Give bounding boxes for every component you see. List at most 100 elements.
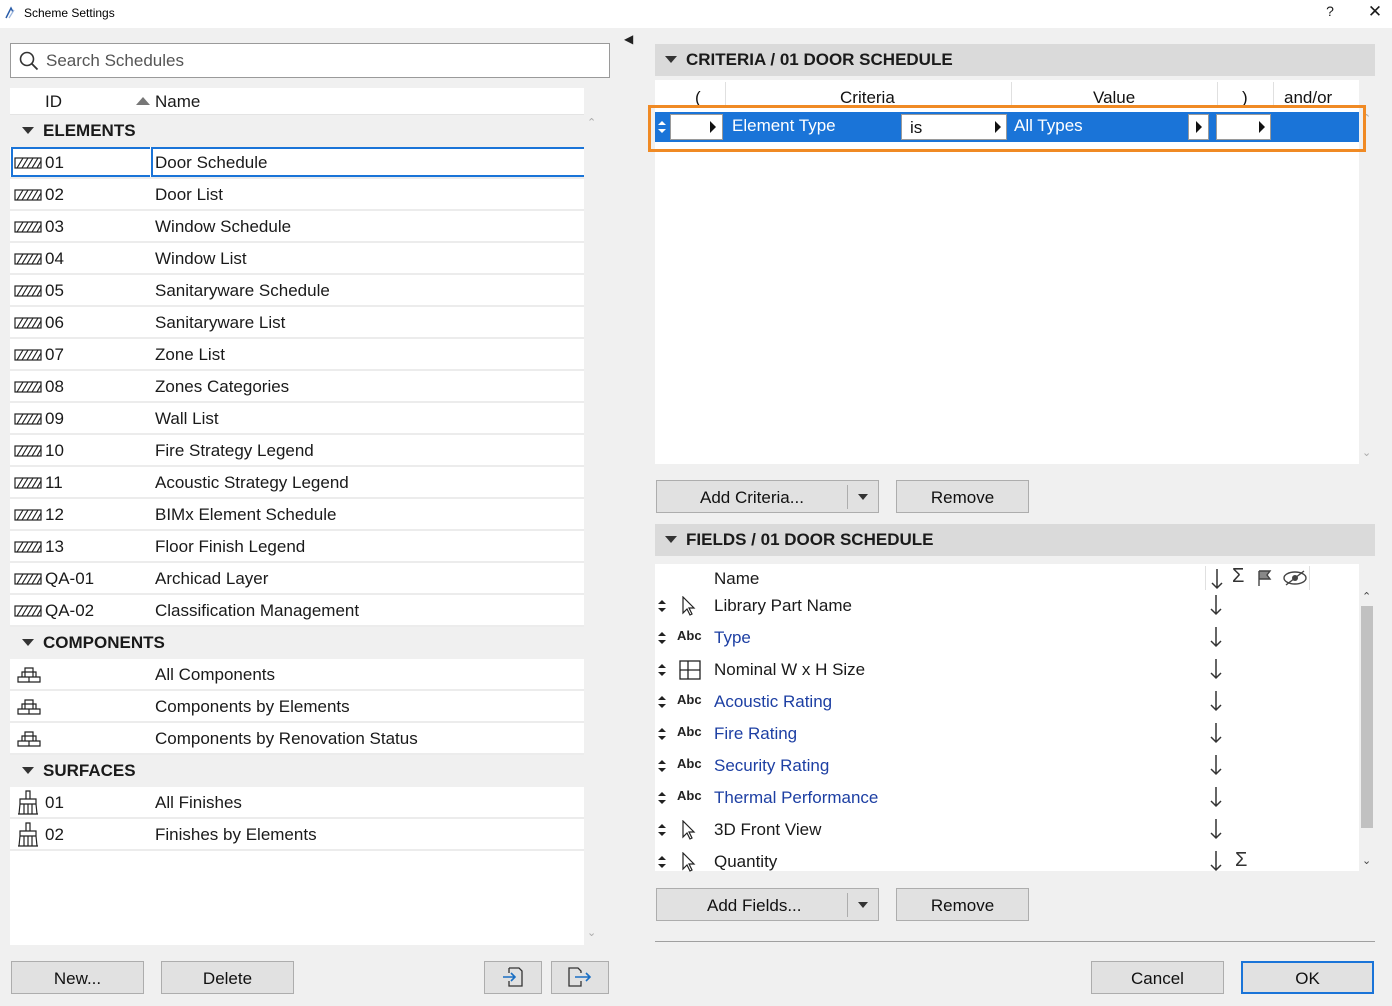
- remove-criteria-button[interactable]: Remove: [896, 480, 1029, 513]
- sort-arrow-icon[interactable]: [1209, 850, 1223, 872]
- item-name: BIMx Element Schedule: [155, 505, 337, 524]
- import-button[interactable]: [484, 961, 542, 994]
- add-criteria-button[interactable]: Add Criteria...: [656, 480, 879, 513]
- field-row[interactable]: Abc Security Rating: [655, 750, 1359, 782]
- dropdown-arrow-icon[interactable]: [858, 494, 868, 500]
- schedule-hatch-icon: [14, 445, 42, 457]
- drag-handle-icon[interactable]: [657, 823, 667, 837]
- add-fields-button[interactable]: Add Fields...: [656, 888, 879, 921]
- drag-handle-icon[interactable]: [657, 727, 667, 741]
- schedule-list: ID Name ELEMENTS 01 Door Schedule 02 Door Li…: [10, 88, 594, 945]
- list-item[interactable]: 08 Zones Categories: [10, 371, 594, 403]
- scroll-down-icon[interactable]: ⌄: [1362, 446, 1371, 459]
- list-item[interactable]: QA-02 Classification Management: [10, 595, 594, 627]
- sum-icon[interactable]: Σ: [1235, 849, 1247, 872]
- panel-collapse-icon[interactable]: ◀: [624, 32, 633, 46]
- item-id: 07: [45, 345, 64, 364]
- drag-handle-icon[interactable]: [657, 663, 667, 677]
- scroll-up-icon[interactable]: ⌃: [1362, 590, 1371, 603]
- sum-column-icon[interactable]: Σ: [1232, 565, 1244, 588]
- new-button[interactable]: New...: [11, 961, 144, 994]
- export-button[interactable]: [551, 961, 609, 994]
- schedule-hatch-icon: [14, 413, 42, 425]
- ok-button[interactable]: OK: [1241, 961, 1374, 994]
- list-item[interactable]: Components by Renovation Status: [10, 723, 594, 755]
- collapse-triangle-icon[interactable]: [22, 127, 34, 134]
- remove-fields-button[interactable]: Remove: [896, 888, 1029, 921]
- list-item[interactable]: 10 Fire Strategy Legend: [10, 435, 594, 467]
- sort-arrow-icon[interactable]: [1209, 594, 1223, 616]
- item-name: Fire Strategy Legend: [155, 441, 314, 460]
- scroll-down-icon[interactable]: ⌄: [1362, 854, 1371, 867]
- list-item[interactable]: Components by Elements: [10, 691, 594, 723]
- list-item[interactable]: 06 Sanitaryware List: [10, 307, 594, 339]
- list-item[interactable]: 03 Window Schedule: [10, 211, 594, 243]
- drag-handle-icon[interactable]: [657, 631, 667, 645]
- search-icon: [19, 51, 39, 71]
- list-item[interactable]: All Components: [10, 659, 594, 691]
- sort-arrow-icon[interactable]: [1209, 818, 1223, 840]
- list-item[interactable]: QA-01 Archicad Layer: [10, 563, 594, 595]
- close-button[interactable]: ✕: [1364, 2, 1386, 24]
- criteria-section-header[interactable]: CRITERIA / 01 DOOR SCHEDULE: [655, 44, 1375, 76]
- list-item[interactable]: 12 BIMx Element Schedule: [10, 499, 594, 531]
- item-id: 13: [45, 537, 64, 556]
- field-row[interactable]: Library Part Name: [655, 590, 1359, 622]
- collapse-triangle-icon[interactable]: [22, 767, 34, 774]
- field-name: Quantity: [714, 852, 778, 871]
- dropdown-arrow-icon[interactable]: [858, 902, 868, 908]
- list-item[interactable]: 02 Door List: [10, 179, 594, 211]
- sort-arrow-icon[interactable]: [1209, 626, 1223, 648]
- drag-handle-icon[interactable]: [657, 695, 667, 709]
- list-item[interactable]: 09 Wall List: [10, 403, 594, 435]
- field-row[interactable]: Abc Thermal Performance: [655, 782, 1359, 814]
- fields-section-header[interactable]: FIELDS / 01 DOOR SCHEDULE: [655, 524, 1375, 556]
- schedule-hatch-icon: [14, 221, 42, 233]
- scrollbar-thumb[interactable]: [1361, 606, 1373, 828]
- column-divider: [1273, 82, 1274, 106]
- hide-column-icon[interactable]: [1282, 569, 1308, 587]
- field-row[interactable]: Abc Type: [655, 622, 1359, 654]
- collapse-triangle-icon[interactable]: [22, 639, 34, 646]
- list-scrollbar[interactable]: ⌃ ⌄: [584, 88, 600, 945]
- field-row[interactable]: Abc Acoustic Rating: [655, 686, 1359, 718]
- field-row[interactable]: Abc Fire Rating: [655, 718, 1359, 750]
- list-item[interactable]: 05 Sanitaryware Schedule: [10, 275, 594, 307]
- search-box: [10, 43, 610, 78]
- column-header-name[interactable]: Name: [155, 92, 200, 112]
- help-button[interactable]: ?: [1320, 3, 1340, 23]
- column-header-id[interactable]: ID: [45, 92, 62, 112]
- drag-handle-icon[interactable]: [657, 791, 667, 805]
- flag-column-icon[interactable]: [1257, 569, 1273, 587]
- drag-handle-icon[interactable]: [657, 759, 667, 773]
- delete-button[interactable]: Delete: [161, 961, 294, 994]
- scroll-down-icon[interactable]: ⌄: [587, 926, 596, 939]
- sort-arrow-icon[interactable]: [1209, 690, 1223, 712]
- list-item[interactable]: 01 All Finishes: [10, 787, 594, 819]
- sort-arrow-icon[interactable]: [1209, 754, 1223, 776]
- field-row[interactable]: 3D Front View: [655, 814, 1359, 846]
- group-header-surfaces[interactable]: SURFACES: [10, 755, 594, 787]
- cancel-button[interactable]: Cancel: [1091, 961, 1224, 994]
- cursor-icon: [682, 596, 696, 616]
- sort-column-icon[interactable]: [1210, 568, 1224, 590]
- fields-scrollbar[interactable]: ⌃ ⌄: [1359, 564, 1375, 871]
- scroll-up-icon[interactable]: ⌃: [587, 116, 596, 129]
- list-item[interactable]: 01 Door Schedule: [10, 147, 594, 179]
- list-item[interactable]: 11 Acoustic Strategy Legend: [10, 467, 594, 499]
- list-item[interactable]: 04 Window List: [10, 243, 594, 275]
- archicad-logo-icon: [5, 6, 15, 19]
- list-item[interactable]: 07 Zone List: [10, 339, 594, 371]
- group-header-components[interactable]: COMPONENTS: [10, 627, 594, 659]
- list-item[interactable]: 13 Floor Finish Legend: [10, 531, 594, 563]
- list-item[interactable]: 02 Finishes by Elements: [10, 819, 594, 851]
- drag-handle-icon[interactable]: [657, 599, 667, 613]
- group-header-elements[interactable]: ELEMENTS: [10, 115, 594, 147]
- sort-arrow-icon[interactable]: [1209, 658, 1223, 680]
- sort-arrow-icon[interactable]: [1209, 786, 1223, 808]
- field-row[interactable]: Quantity Σ: [655, 846, 1359, 878]
- sort-arrow-icon[interactable]: [1209, 722, 1223, 744]
- drag-handle-icon[interactable]: [657, 855, 667, 869]
- field-row[interactable]: Nominal W x H Size: [655, 654, 1359, 686]
- search-input[interactable]: [46, 49, 596, 73]
